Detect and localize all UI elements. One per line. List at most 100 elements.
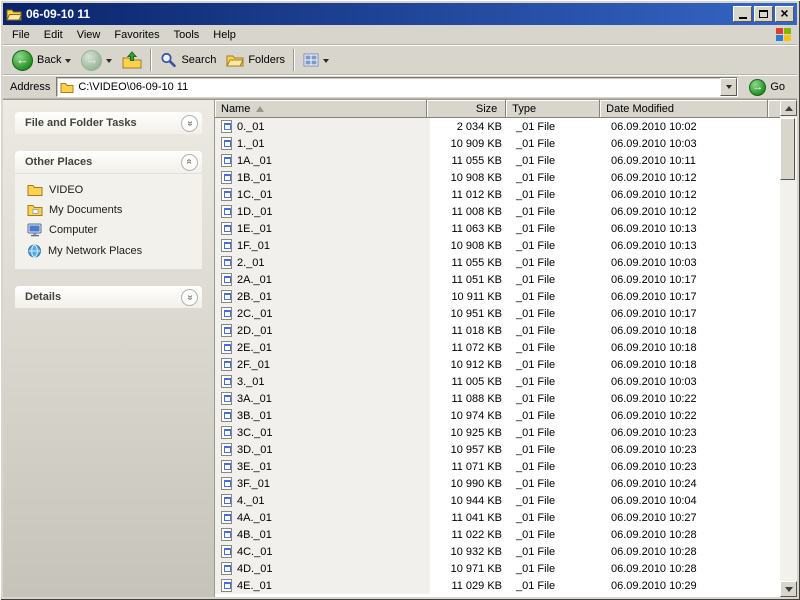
- table-row[interactable]: 3A._0111 088 KB_01 File06.09.2010 10:22: [215, 390, 780, 407]
- menu-edit[interactable]: Edit: [37, 27, 70, 43]
- column-header-size[interactable]: Size: [427, 100, 506, 118]
- table-row[interactable]: 4E._0111 029 KB_01 File06.09.2010 10:29: [215, 577, 780, 594]
- minimize-button[interactable]: [733, 6, 752, 22]
- menu-help[interactable]: Help: [206, 27, 243, 43]
- panel-title: Other Places: [25, 156, 181, 168]
- up-button[interactable]: [117, 47, 147, 74]
- file-name-cell[interactable]: 2E._01: [215, 339, 430, 356]
- table-row[interactable]: 2E._0111 072 KB_01 File06.09.2010 10:18: [215, 339, 780, 356]
- file-name-cell[interactable]: 3C._01: [215, 424, 430, 441]
- address-input[interactable]: C:\VIDEO\06-09-10 11: [56, 77, 738, 97]
- table-row[interactable]: 1F._0110 908 KB_01 File06.09.2010 10:13: [215, 237, 780, 254]
- back-button[interactable]: Back: [7, 47, 76, 74]
- menu-tools[interactable]: Tools: [167, 27, 207, 43]
- column-header-date-modified[interactable]: Date Modified: [600, 100, 768, 118]
- file-icon: [221, 256, 232, 269]
- address-dropdown-button[interactable]: [720, 78, 737, 96]
- file-name-cell[interactable]: 1D._01: [215, 203, 430, 220]
- table-row[interactable]: 3._0111 005 KB_01 File06.09.2010 10:03: [215, 373, 780, 390]
- file-name-cell[interactable]: 4B._01: [215, 526, 430, 543]
- table-row[interactable]: 4D._0110 971 KB_01 File06.09.2010 10:28: [215, 560, 780, 577]
- file-name-cell[interactable]: 2D._01: [215, 322, 430, 339]
- file-name-cell[interactable]: 1F._01: [215, 237, 430, 254]
- table-row[interactable]: 4B._0111 022 KB_01 File06.09.2010 10:28: [215, 526, 780, 543]
- table-row[interactable]: 1A._0111 055 KB_01 File06.09.2010 10:11: [215, 152, 780, 169]
- table-row[interactable]: 1._0110 909 KB_01 File06.09.2010 10:03: [215, 135, 780, 152]
- folders-button[interactable]: Folders: [221, 47, 290, 74]
- sidebar-item-computer[interactable]: Computer: [27, 223, 198, 237]
- scroll-up-button[interactable]: [780, 100, 797, 116]
- file-name-cell[interactable]: 3B._01: [215, 407, 430, 424]
- table-row[interactable]: 1B._0110 908 KB_01 File06.09.2010 10:12: [215, 169, 780, 186]
- go-button[interactable]: Go: [744, 79, 793, 96]
- table-row[interactable]: 3B._0110 974 KB_01 File06.09.2010 10:22: [215, 407, 780, 424]
- sidebar-item-my-documents[interactable]: My Documents: [27, 203, 198, 216]
- column-header-type[interactable]: Type: [506, 100, 600, 118]
- table-row[interactable]: 3C._0110 925 KB_01 File06.09.2010 10:23: [215, 424, 780, 441]
- scrollbar-track[interactable]: [780, 116, 797, 581]
- file-name-cell[interactable]: 2B._01: [215, 288, 430, 305]
- scroll-down-button[interactable]: [780, 581, 797, 597]
- file-name-cell[interactable]: 1B._01: [215, 169, 430, 186]
- file-name-cell[interactable]: 3F._01: [215, 475, 430, 492]
- file-name-cell[interactable]: 3._01: [215, 373, 430, 390]
- file-name-cell[interactable]: 2F._01: [215, 356, 430, 373]
- file-name-cell[interactable]: 4E._01: [215, 577, 430, 594]
- column-header-name[interactable]: Name: [215, 100, 427, 118]
- table-row[interactable]: 2A._0111 051 KB_01 File06.09.2010 10:17: [215, 271, 780, 288]
- table-row[interactable]: 1E._0111 063 KB_01 File06.09.2010 10:13: [215, 220, 780, 237]
- file-name-cell[interactable]: 3D._01: [215, 441, 430, 458]
- file-name-cell[interactable]: 1._01: [215, 135, 430, 152]
- maximize-button[interactable]: [754, 6, 773, 22]
- forward-button[interactable]: [76, 47, 117, 74]
- file-name-cell[interactable]: 4A._01: [215, 509, 430, 526]
- chevron-down-icon[interactable]: [181, 115, 198, 132]
- file-name-cell[interactable]: 3E._01: [215, 458, 430, 475]
- table-row[interactable]: 2B._0110 911 KB_01 File06.09.2010 10:17: [215, 288, 780, 305]
- panel-header-other-places[interactable]: Other Places: [15, 151, 202, 173]
- file-name-cell[interactable]: 1E._01: [215, 220, 430, 237]
- chevron-down-icon[interactable]: [181, 289, 198, 306]
- file-date-cell: 06.09.2010 10:02: [605, 118, 775, 135]
- file-name-cell[interactable]: 2._01: [215, 254, 430, 271]
- menu-view[interactable]: View: [70, 27, 108, 43]
- table-row[interactable]: 4C._0110 932 KB_01 File06.09.2010 10:28: [215, 543, 780, 560]
- file-name-cell[interactable]: 1A._01: [215, 152, 430, 169]
- sidebar-item-my-network-places[interactable]: My Network Places: [27, 244, 198, 258]
- table-row[interactable]: 2._0111 055 KB_01 File06.09.2010 10:03: [215, 254, 780, 271]
- file-name-cell[interactable]: 4D._01: [215, 560, 430, 577]
- panel-header-details[interactable]: Details: [15, 286, 202, 308]
- views-button[interactable]: [298, 47, 334, 74]
- file-name-cell[interactable]: 1C._01: [215, 186, 430, 203]
- file-name-cell[interactable]: 2A._01: [215, 271, 430, 288]
- file-name-cell[interactable]: 2C._01: [215, 305, 430, 322]
- table-row[interactable]: 3D._0110 957 KB_01 File06.09.2010 10:23: [215, 441, 780, 458]
- file-name-cell[interactable]: 3A._01: [215, 390, 430, 407]
- chevron-up-icon[interactable]: [181, 154, 198, 171]
- table-row[interactable]: 3E._0111 071 KB_01 File06.09.2010 10:23: [215, 458, 780, 475]
- table-row[interactable]: 2C._0110 951 KB_01 File06.09.2010 10:17: [215, 305, 780, 322]
- table-row[interactable]: 0._012 034 KB_01 File06.09.2010 10:02: [215, 118, 780, 135]
- file-name-cell[interactable]: 0._01: [215, 118, 430, 135]
- menu-favorites[interactable]: Favorites: [107, 27, 166, 43]
- table-row[interactable]: 4A._0111 041 KB_01 File06.09.2010 10:27: [215, 509, 780, 526]
- table-row[interactable]: 1C._0111 012 KB_01 File06.09.2010 10:12: [215, 186, 780, 203]
- menu-file[interactable]: File: [5, 27, 37, 43]
- panel-header-file-and-folder-tasks[interactable]: File and Folder Tasks: [15, 112, 202, 134]
- close-button[interactable]: [775, 6, 794, 22]
- scrollbar-thumb[interactable]: [780, 118, 795, 180]
- file-name-cell[interactable]: 4._01: [215, 492, 430, 509]
- table-row[interactable]: 1D._0111 008 KB_01 File06.09.2010 10:12: [215, 203, 780, 220]
- table-row[interactable]: 3F._0110 990 KB_01 File06.09.2010 10:24: [215, 475, 780, 492]
- file-name-label: 4C._01: [237, 546, 272, 558]
- file-name-cell[interactable]: 4C._01: [215, 543, 430, 560]
- table-row[interactable]: 2F._0110 912 KB_01 File06.09.2010 10:18: [215, 356, 780, 373]
- vertical-scrollbar[interactable]: [780, 100, 797, 597]
- search-button[interactable]: Search: [155, 47, 221, 74]
- sidebar-item-video[interactable]: VIDEO: [27, 183, 198, 196]
- table-row[interactable]: 2D._0111 018 KB_01 File06.09.2010 10:18: [215, 322, 780, 339]
- back-dropdown-icon[interactable]: [65, 59, 71, 66]
- file-name-label: 1C._01: [237, 189, 272, 201]
- table-row[interactable]: 4._0110 944 KB_01 File06.09.2010 10:04: [215, 492, 780, 509]
- views-dropdown-icon[interactable]: [323, 59, 329, 66]
